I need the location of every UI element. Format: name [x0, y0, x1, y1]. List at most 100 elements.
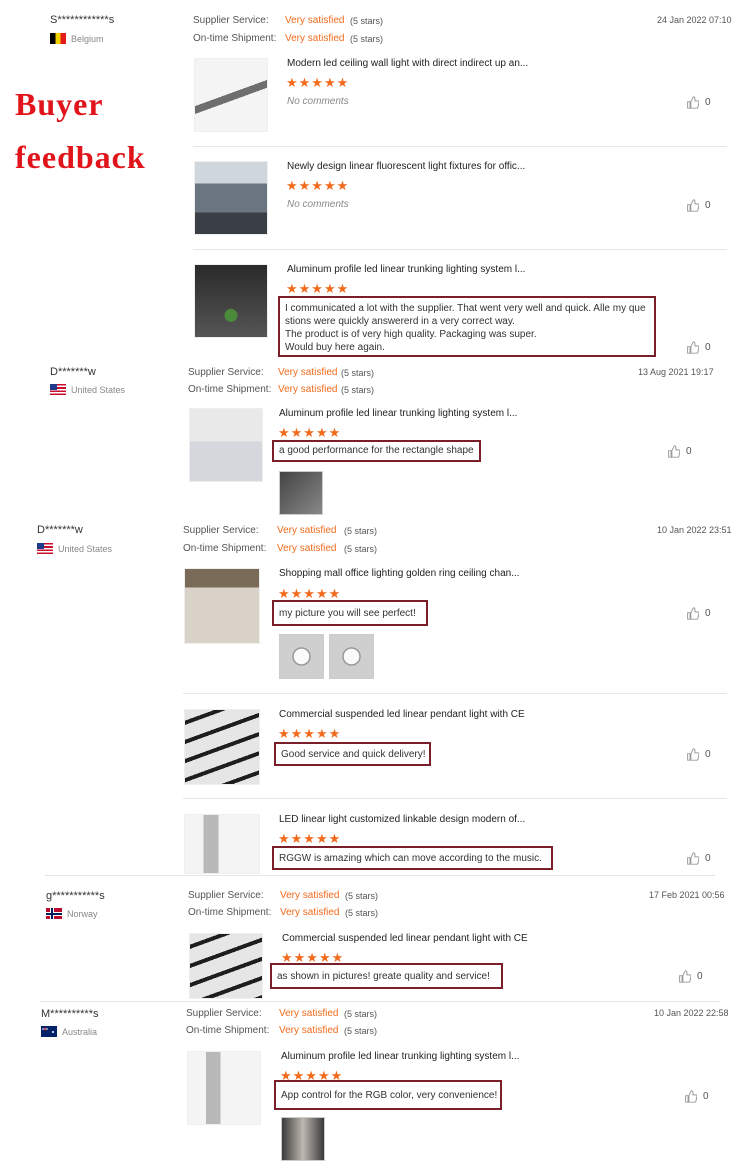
country-label: Norway: [67, 908, 98, 919]
product-thumbnail[interactable]: [194, 58, 268, 132]
product-thumbnail[interactable]: [184, 814, 260, 874]
divider: [193, 146, 727, 147]
divider: [183, 693, 727, 694]
like-button[interactable]: 0: [678, 970, 703, 983]
review-date: 24 Jan 2022 07:10: [657, 15, 732, 25]
supplier-service-label: Supplier Service:: [193, 15, 269, 26]
australia-flag-icon: [41, 1026, 57, 1037]
supplier-service-label: Supplier Service:: [186, 1008, 262, 1019]
thumbs-up-icon: [687, 852, 699, 865]
thumbs-up-icon: [687, 748, 699, 761]
country-label: Australia: [62, 1026, 98, 1037]
supplier-rating: Very satisfied: [285, 15, 345, 26]
rating-stars: ★★★★★: [278, 726, 342, 741]
thumbs-up-icon: [685, 1090, 697, 1103]
product-thumbnail[interactable]: [184, 709, 260, 785]
product-title[interactable]: Modern led ceiling wall light with direc…: [287, 58, 528, 69]
product-title[interactable]: Commercial suspended led linear pendant …: [279, 709, 525, 720]
comment-line: The product is of very high quality. Pac…: [285, 329, 537, 340]
supplier-rating: Very satisfied: [280, 890, 340, 901]
shipment-label: On-time Shipment:: [188, 907, 272, 918]
review-comment: App control for the RGB color, very conv…: [274, 1080, 502, 1110]
buyer-name: D*******w: [50, 366, 96, 378]
like-button[interactable]: 0: [686, 748, 711, 761]
divider: [40, 1001, 720, 1002]
buyer-name: M**********s: [41, 1008, 99, 1020]
rating-stars: ★★★★★: [286, 178, 350, 193]
shipment-label: On-time Shipment:: [186, 1025, 270, 1036]
shipment-stars-count: (5 stars): [344, 544, 378, 554]
review-date: 17 Feb 2021 00:56: [649, 890, 725, 900]
product-thumbnail[interactable]: [194, 161, 268, 235]
product-thumbnail[interactable]: [184, 568, 260, 644]
supplier-service-label: Supplier Service:: [188, 367, 264, 378]
rating-stars: ★★★★★: [286, 281, 350, 296]
like-button[interactable]: 0: [686, 607, 711, 620]
like-button[interactable]: 0: [684, 1090, 709, 1103]
review-comment: I communicated a lot with the supplier. …: [278, 296, 656, 357]
review-date: 10 Jan 2022 22:58: [654, 1008, 729, 1018]
usa-flag-icon: [50, 384, 66, 395]
thumbs-up-icon: [687, 199, 699, 212]
like-count: 0: [686, 446, 692, 457]
product-title[interactable]: LED linear light customized linkable des…: [279, 814, 525, 825]
rating-stars: ★★★★★: [278, 425, 342, 440]
like-button[interactable]: 0: [686, 341, 711, 354]
product-title[interactable]: Aluminum profile led linear trunking lig…: [287, 264, 525, 275]
supplier-stars-count: (5 stars): [345, 891, 379, 901]
like-count: 0: [697, 971, 703, 982]
product-title[interactable]: Newly design linear fluorescent light fi…: [287, 161, 525, 172]
norway-flag-icon: [46, 908, 62, 919]
rating-stars: ★★★★★: [278, 586, 342, 601]
shipment-stars-count: (5 stars): [345, 908, 379, 918]
shipment-rating: Very satisfied: [277, 543, 337, 554]
supplier-rating: Very satisfied: [277, 525, 337, 536]
like-button[interactable]: 0: [686, 96, 711, 109]
product-thumbnail[interactable]: [194, 264, 268, 338]
review-photo[interactable]: [329, 634, 374, 679]
overlay-title-line2: feedback: [15, 139, 146, 175]
thumbs-up-icon: [668, 445, 680, 458]
belgium-flag-icon: [50, 33, 66, 44]
buyer-name: g***********s: [46, 890, 105, 902]
product-title[interactable]: Shopping mall office lighting golden rin…: [279, 568, 520, 579]
like-count: 0: [705, 608, 711, 619]
product-title[interactable]: Aluminum profile led linear trunking lig…: [279, 408, 517, 419]
product-thumbnail[interactable]: [189, 408, 263, 482]
like-button[interactable]: 0: [686, 199, 711, 212]
like-button[interactable]: 0: [686, 852, 711, 865]
supplier-service-label: Supplier Service:: [188, 890, 264, 901]
product-title[interactable]: Aluminum profile led linear trunking lig…: [281, 1051, 519, 1062]
like-count: 0: [705, 97, 711, 108]
shipment-rating: Very satisfied: [285, 33, 345, 44]
review-comment: a good performance for the rectangle sha…: [272, 440, 481, 462]
usa-flag-icon: [37, 543, 53, 554]
review-comment: No comments: [287, 96, 349, 107]
product-thumbnail[interactable]: [187, 1051, 261, 1125]
shipment-rating: Very satisfied: [279, 1025, 339, 1036]
buyer-country: Australia: [41, 1026, 97, 1037]
product-title[interactable]: Commercial suspended led linear pendant …: [282, 933, 528, 944]
supplier-stars-count: (5 stars): [344, 526, 378, 536]
comment-line: I communicated a lot with the supplier. …: [285, 303, 646, 314]
shipment-rating: Very satisfied: [278, 384, 338, 395]
rating-stars: ★★★★★: [278, 831, 342, 846]
shipment-rating: Very satisfied: [280, 907, 340, 918]
rating-stars: ★★★★★: [286, 75, 350, 90]
review-photo[interactable]: [279, 634, 324, 679]
review-photo[interactable]: [279, 471, 323, 515]
buyer-country: United States: [37, 543, 112, 554]
shipment-label: On-time Shipment:: [188, 384, 272, 395]
country-label: United States: [71, 384, 126, 395]
supplier-rating: Very satisfied: [278, 367, 338, 378]
review-date: 10 Jan 2022 23:51: [657, 525, 732, 535]
supplier-stars-count: (5 stars): [350, 16, 384, 26]
review-photo[interactable]: [281, 1117, 325, 1161]
country-label: United States: [58, 543, 113, 554]
buyer-country: Belgium: [50, 33, 104, 44]
shipment-stars-count: (5 stars): [350, 34, 384, 44]
product-thumbnail[interactable]: [189, 933, 263, 999]
like-count: 0: [705, 342, 711, 353]
thumbs-up-icon: [687, 96, 699, 109]
like-button[interactable]: 0: [667, 445, 692, 458]
